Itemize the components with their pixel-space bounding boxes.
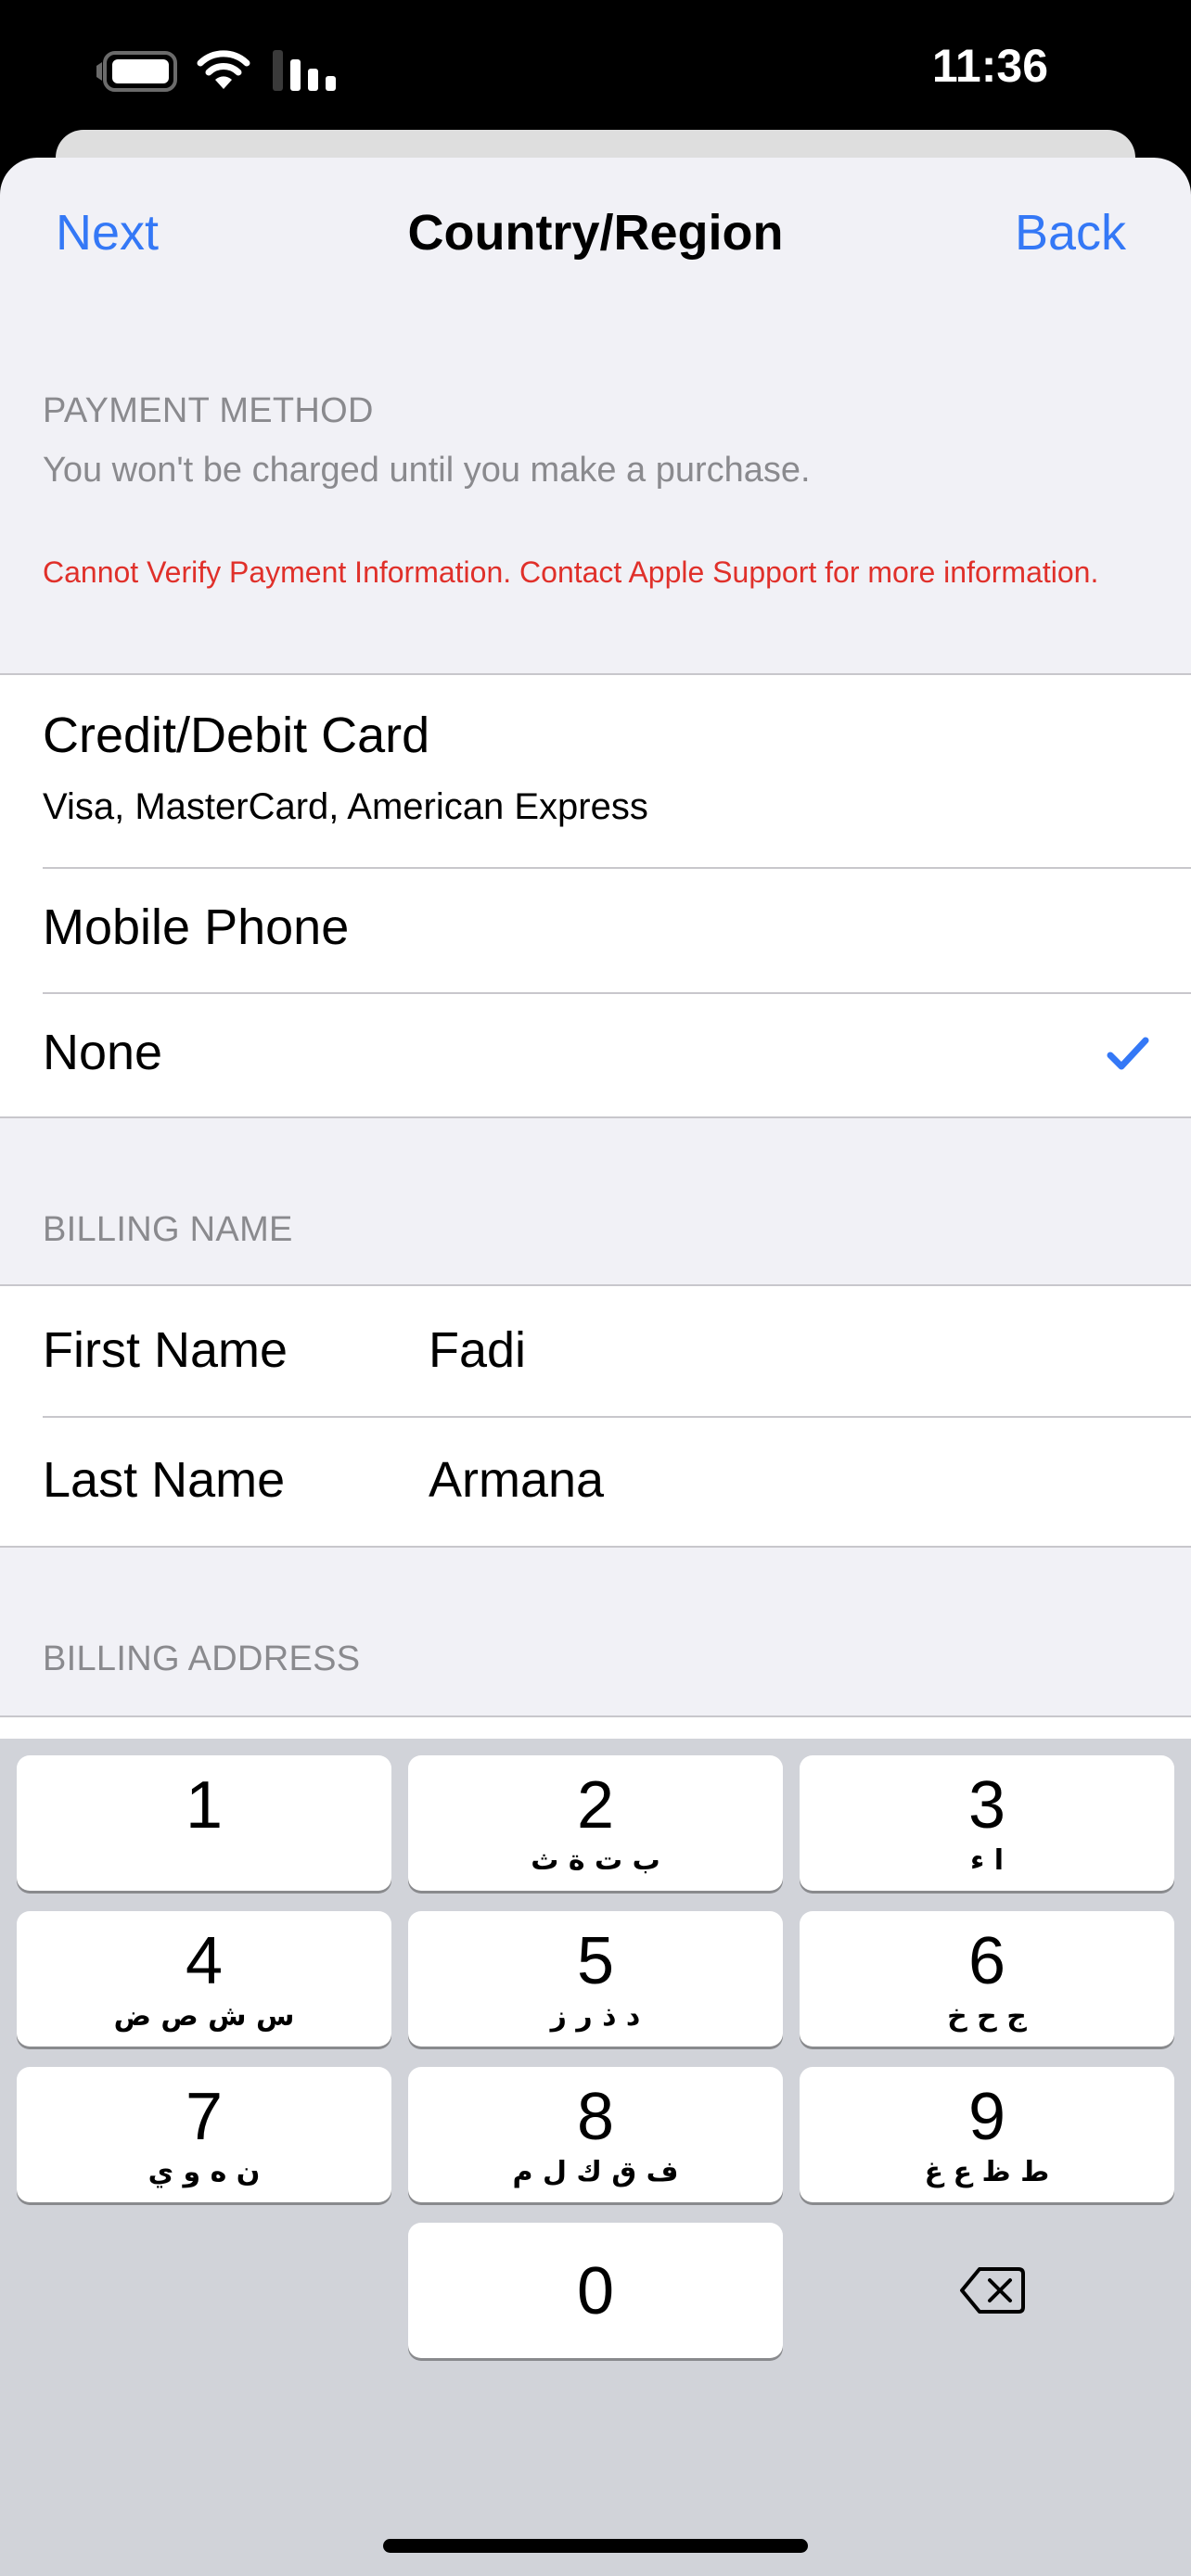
key-digit: 8: [576, 2080, 615, 2154]
key-7[interactable]: 7 ن ه و ي: [17, 2067, 391, 2202]
billing-name-form: First Name Fadi Last Name Armana: [0, 1284, 1191, 1548]
key-digit: 0: [576, 2254, 615, 2328]
signal-bar: [273, 50, 283, 91]
page-title: Country/Region: [407, 205, 784, 261]
payment-method-subheader: You won't be charged until you make a pu…: [43, 451, 811, 490]
billing-address-header: BILLING ADDRESS: [43, 1639, 361, 1678]
key-digit: 6: [967, 1924, 1006, 1998]
key-letters: ا ء: [969, 1844, 1005, 1877]
signal-bar: [290, 59, 301, 91]
option-subtitle: Visa, MasterCard, American Express: [43, 786, 648, 827]
option-title: None: [43, 1025, 163, 1080]
signal-bar: [326, 76, 336, 91]
key-8[interactable]: 8 ف ق ك ل م: [408, 2067, 783, 2202]
cellular-signal-icon: [273, 50, 336, 91]
last-name-field[interactable]: Armana: [429, 1451, 1152, 1509]
payment-options-list: Credit/Debit Card Visa, MasterCard, Amer…: [0, 673, 1191, 1118]
key-5[interactable]: 5 د ذ ر ز: [408, 1911, 783, 2047]
key-6[interactable]: 6 ج ح خ: [800, 1911, 1174, 2047]
key-letters: ف ق ك ل م: [512, 2156, 679, 2188]
key-letters: س ش ص ض: [113, 2000, 295, 2033]
payment-error-message: Cannot Verify Payment Information. Conta…: [43, 555, 1099, 589]
navigation-bar: Next Country/Region Back: [0, 158, 1191, 315]
key-0[interactable]: 0: [408, 2223, 783, 2358]
status-time: 11:36: [931, 40, 1048, 92]
key-digit: 5: [576, 1924, 615, 1998]
option-title: Credit/Debit Card: [43, 708, 430, 763]
key-digit: 1: [185, 1768, 224, 1843]
key-letters: ج ح خ: [947, 2000, 1027, 2033]
key-letters: د ذ ر ز: [550, 2000, 641, 2033]
key-1[interactable]: 1: [17, 1755, 391, 1891]
first-name-field[interactable]: Fadi: [429, 1321, 1152, 1379]
next-button[interactable]: Next: [56, 204, 159, 261]
delete-backspace-icon: [960, 2267, 1025, 2314]
option-title: Mobile Phone: [43, 899, 350, 955]
wifi-icon: [197, 50, 250, 89]
key-digit: 3: [967, 1768, 1006, 1843]
signal-bar: [308, 69, 318, 91]
key-digit: 9: [967, 2080, 1006, 2154]
status-bar: 11:36: [0, 0, 1191, 130]
key-letters: ط ظ ع غ: [924, 2156, 1050, 2188]
key-9[interactable]: 9 ط ظ ع غ: [800, 2067, 1174, 2202]
key-digit: 7: [185, 2080, 224, 2154]
key-digit: 4: [185, 1924, 224, 1998]
delete-key[interactable]: [800, 2223, 1174, 2358]
last-name-label: Last Name: [43, 1452, 286, 1508]
numeric-keypad: 1 2 ب ت ة ث 3 ا ء 4 س ش ص ض 5 د ذ ر ز 6 …: [0, 1739, 1191, 2576]
key-3[interactable]: 3 ا ء: [800, 1755, 1174, 1891]
first-name-label: First Name: [43, 1322, 288, 1378]
last-name-row: Last Name Armana: [0, 1416, 1191, 1546]
key-letters: ب ت ة ث: [531, 1844, 660, 1877]
billing-name-header: BILLING NAME: [43, 1210, 293, 1249]
payment-option-mobile-phone[interactable]: Mobile Phone: [0, 867, 1191, 992]
payment-option-credit-card[interactable]: Credit/Debit Card Visa, MasterCard, Amer…: [0, 675, 1191, 867]
payment-method-header: PAYMENT METHOD: [43, 391, 374, 430]
key-2[interactable]: 2 ب ت ة ث: [408, 1755, 783, 1891]
payment-option-none[interactable]: None: [0, 992, 1191, 1116]
home-indicator[interactable]: [383, 2539, 808, 2553]
back-button[interactable]: Back: [1015, 204, 1126, 261]
battery-icon: [96, 51, 177, 92]
key-4[interactable]: 4 س ش ص ض: [17, 1911, 391, 2047]
key-digit: 2: [576, 1768, 615, 1843]
checkmark-icon: [1107, 1037, 1149, 1070]
key-letters: ن ه و ي: [147, 2156, 261, 2188]
first-name-row: First Name Fadi: [0, 1286, 1191, 1416]
